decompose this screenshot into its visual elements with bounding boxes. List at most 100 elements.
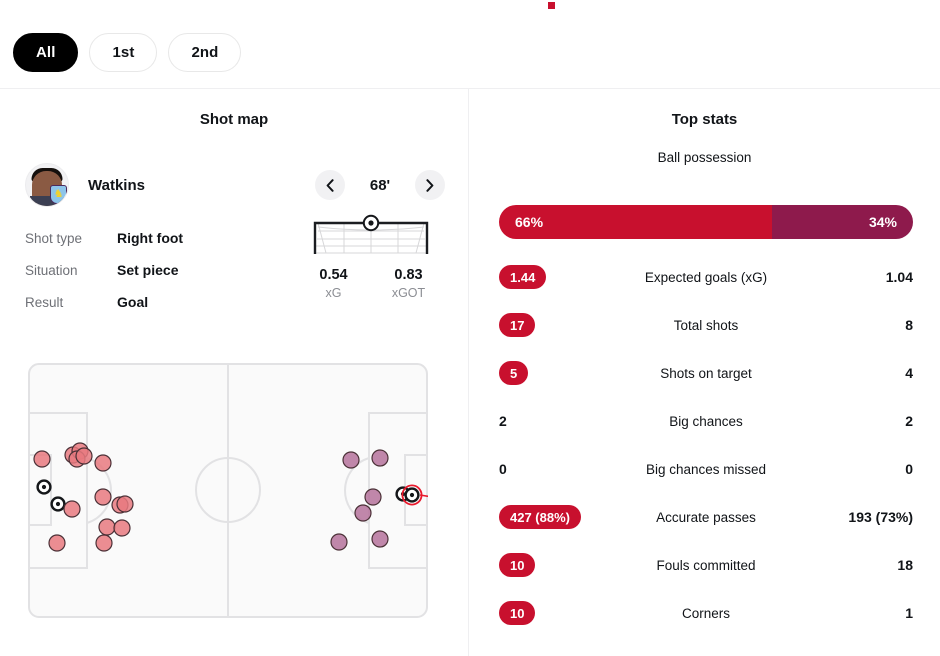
stat-home-pill: 10	[499, 601, 536, 625]
xg-metric: 0.54 xG	[296, 267, 371, 300]
shot-marker[interactable]	[48, 534, 66, 552]
stat-row: 427 (88%) Accurate passes 193 (73%)	[499, 493, 913, 541]
xg-metric-key: xGOT	[391, 286, 426, 300]
stat-home-value: 0	[499, 461, 609, 477]
detail-label: Shot type	[25, 230, 83, 246]
stat-name: Accurate passes	[656, 509, 756, 525]
shot-marker[interactable]	[98, 518, 116, 536]
next-shot-button[interactable]	[415, 170, 445, 200]
player-row: ♞ Watkins 68'	[25, 162, 445, 208]
detail-row: Shot type Right foot	[25, 222, 285, 254]
stat-away-text: 4	[905, 365, 913, 381]
shot-map-panel: Shot map ♞ Watkins 68' Shot type Right f…	[0, 89, 468, 656]
stat-home-value: 10	[499, 601, 609, 625]
top-stats-title: Top stats	[671, 111, 738, 128]
stat-away-text: 0	[905, 461, 913, 477]
stat-away-value: 8	[803, 317, 913, 333]
chevron-left-icon	[326, 178, 334, 192]
stat-row: 10 Fouls committed 18	[499, 541, 913, 589]
stat-home-pill: 427 (88%)	[499, 505, 581, 529]
xg-metric-key: xG	[325, 286, 342, 300]
possession-home-value: 66%	[515, 214, 544, 230]
stat-name: Big chances missed	[645, 461, 767, 477]
tab-2nd[interactable]: 2nd	[168, 33, 242, 72]
stat-home-value: 427 (88%)	[499, 505, 609, 529]
shot-marker-goal[interactable]	[50, 496, 66, 512]
stat-away-value: 18	[803, 557, 913, 573]
stat-away-text: 193 (73%)	[848, 509, 913, 525]
detail-label: Situation	[25, 262, 78, 278]
shot-marker-goal[interactable]	[36, 479, 52, 495]
possession-home-segment: 66%	[499, 205, 773, 239]
shot-marker[interactable]	[354, 504, 372, 522]
stat-away-value: 1	[803, 605, 913, 621]
stat-home-pill: 10	[499, 553, 536, 577]
shot-navigation: 68'	[315, 170, 445, 200]
stat-rows: 1.44 Expected goals (xG) 1.04 17 Total shots…	[499, 253, 913, 637]
shot-marker[interactable]	[116, 495, 134, 513]
pitch-shot-map	[24, 363, 439, 618]
stat-row: 17 Total shots 8	[499, 301, 913, 349]
shot-marker[interactable]	[94, 488, 112, 506]
shot-marker[interactable]	[95, 534, 113, 552]
shot-minute: 68'	[369, 176, 391, 194]
stat-home-pill: 17	[499, 313, 536, 337]
stat-home-value: 17	[499, 313, 609, 337]
stat-away-text: 8	[905, 317, 913, 333]
chevron-right-icon	[426, 178, 434, 192]
shot-marker[interactable]	[342, 451, 360, 469]
pitch-svg	[24, 363, 439, 618]
shot-marker[interactable]	[330, 533, 348, 551]
stat-away-value: 2	[803, 413, 913, 429]
tab-all[interactable]: All	[13, 33, 79, 72]
possession-label: Ball possession	[657, 150, 752, 165]
shot-marker[interactable]	[75, 447, 93, 465]
lion-glyph: ♞	[53, 188, 64, 200]
shot-target-marker	[362, 214, 380, 232]
detail-value: Goal	[117, 294, 149, 310]
stat-away-text: 1	[905, 605, 913, 621]
goal-frame-svg	[313, 214, 429, 254]
top-stats-panel: Top stats Ball possession 66% 34% 1.44 Ex…	[469, 89, 940, 656]
stat-row: 1.44 Expected goals (xG) 1.04	[499, 253, 913, 301]
stat-away-value: 193 (73%)	[803, 509, 913, 525]
xg-metrics: 0.54 xG 0.83 xGOT	[296, 267, 446, 300]
stat-name: Expected goals (xG)	[644, 269, 768, 285]
xg-metric-value: 0.54	[319, 267, 348, 283]
stat-row: 2 Big chances 2	[499, 397, 913, 445]
stat-away-value: 0	[803, 461, 913, 477]
shot-marker[interactable]	[364, 488, 382, 506]
stat-away-text: 2	[905, 413, 913, 429]
possession-away-value: 34%	[868, 214, 897, 230]
shot-marker[interactable]	[371, 449, 389, 467]
stat-home-pill: 1.44	[499, 265, 547, 289]
stat-home-value: 5	[499, 361, 609, 385]
stat-home-pill: 5	[499, 361, 529, 385]
stat-name: Total shots	[673, 317, 739, 333]
possession-away-segment: 34%	[772, 205, 913, 239]
stat-row: 0 Big chances missed 0	[499, 445, 913, 493]
stat-name: Shots on target	[660, 365, 752, 381]
detail-row: Situation Set piece	[25, 254, 285, 286]
shot-marker[interactable]	[63, 500, 81, 518]
top-fragment-dot	[548, 2, 555, 9]
possession-bar: 66% 34%	[499, 205, 913, 239]
stat-name: Big chances	[669, 413, 743, 429]
xg-metric-value: 0.83	[394, 267, 423, 283]
stat-row: 5 Shots on target 4	[499, 349, 913, 397]
aston-villa-badge-icon: ♞	[50, 185, 67, 204]
stat-away-value: 1.04	[803, 269, 913, 285]
detail-value: Set piece	[117, 262, 179, 278]
avatar: ♞	[25, 163, 69, 207]
shot-marker[interactable]	[371, 530, 389, 548]
stat-home-text: 2	[499, 413, 507, 429]
detail-label: Result	[25, 294, 64, 310]
shot-marker[interactable]	[33, 450, 51, 468]
shot-marker[interactable]	[113, 519, 131, 537]
stat-name: Fouls committed	[656, 557, 756, 573]
stat-row: 10 Corners 1	[499, 589, 913, 637]
detail-value: Right foot	[117, 230, 184, 246]
prev-shot-button[interactable]	[315, 170, 345, 200]
tab-1st[interactable]: 1st	[89, 33, 158, 72]
shot-marker[interactable]	[94, 454, 112, 472]
